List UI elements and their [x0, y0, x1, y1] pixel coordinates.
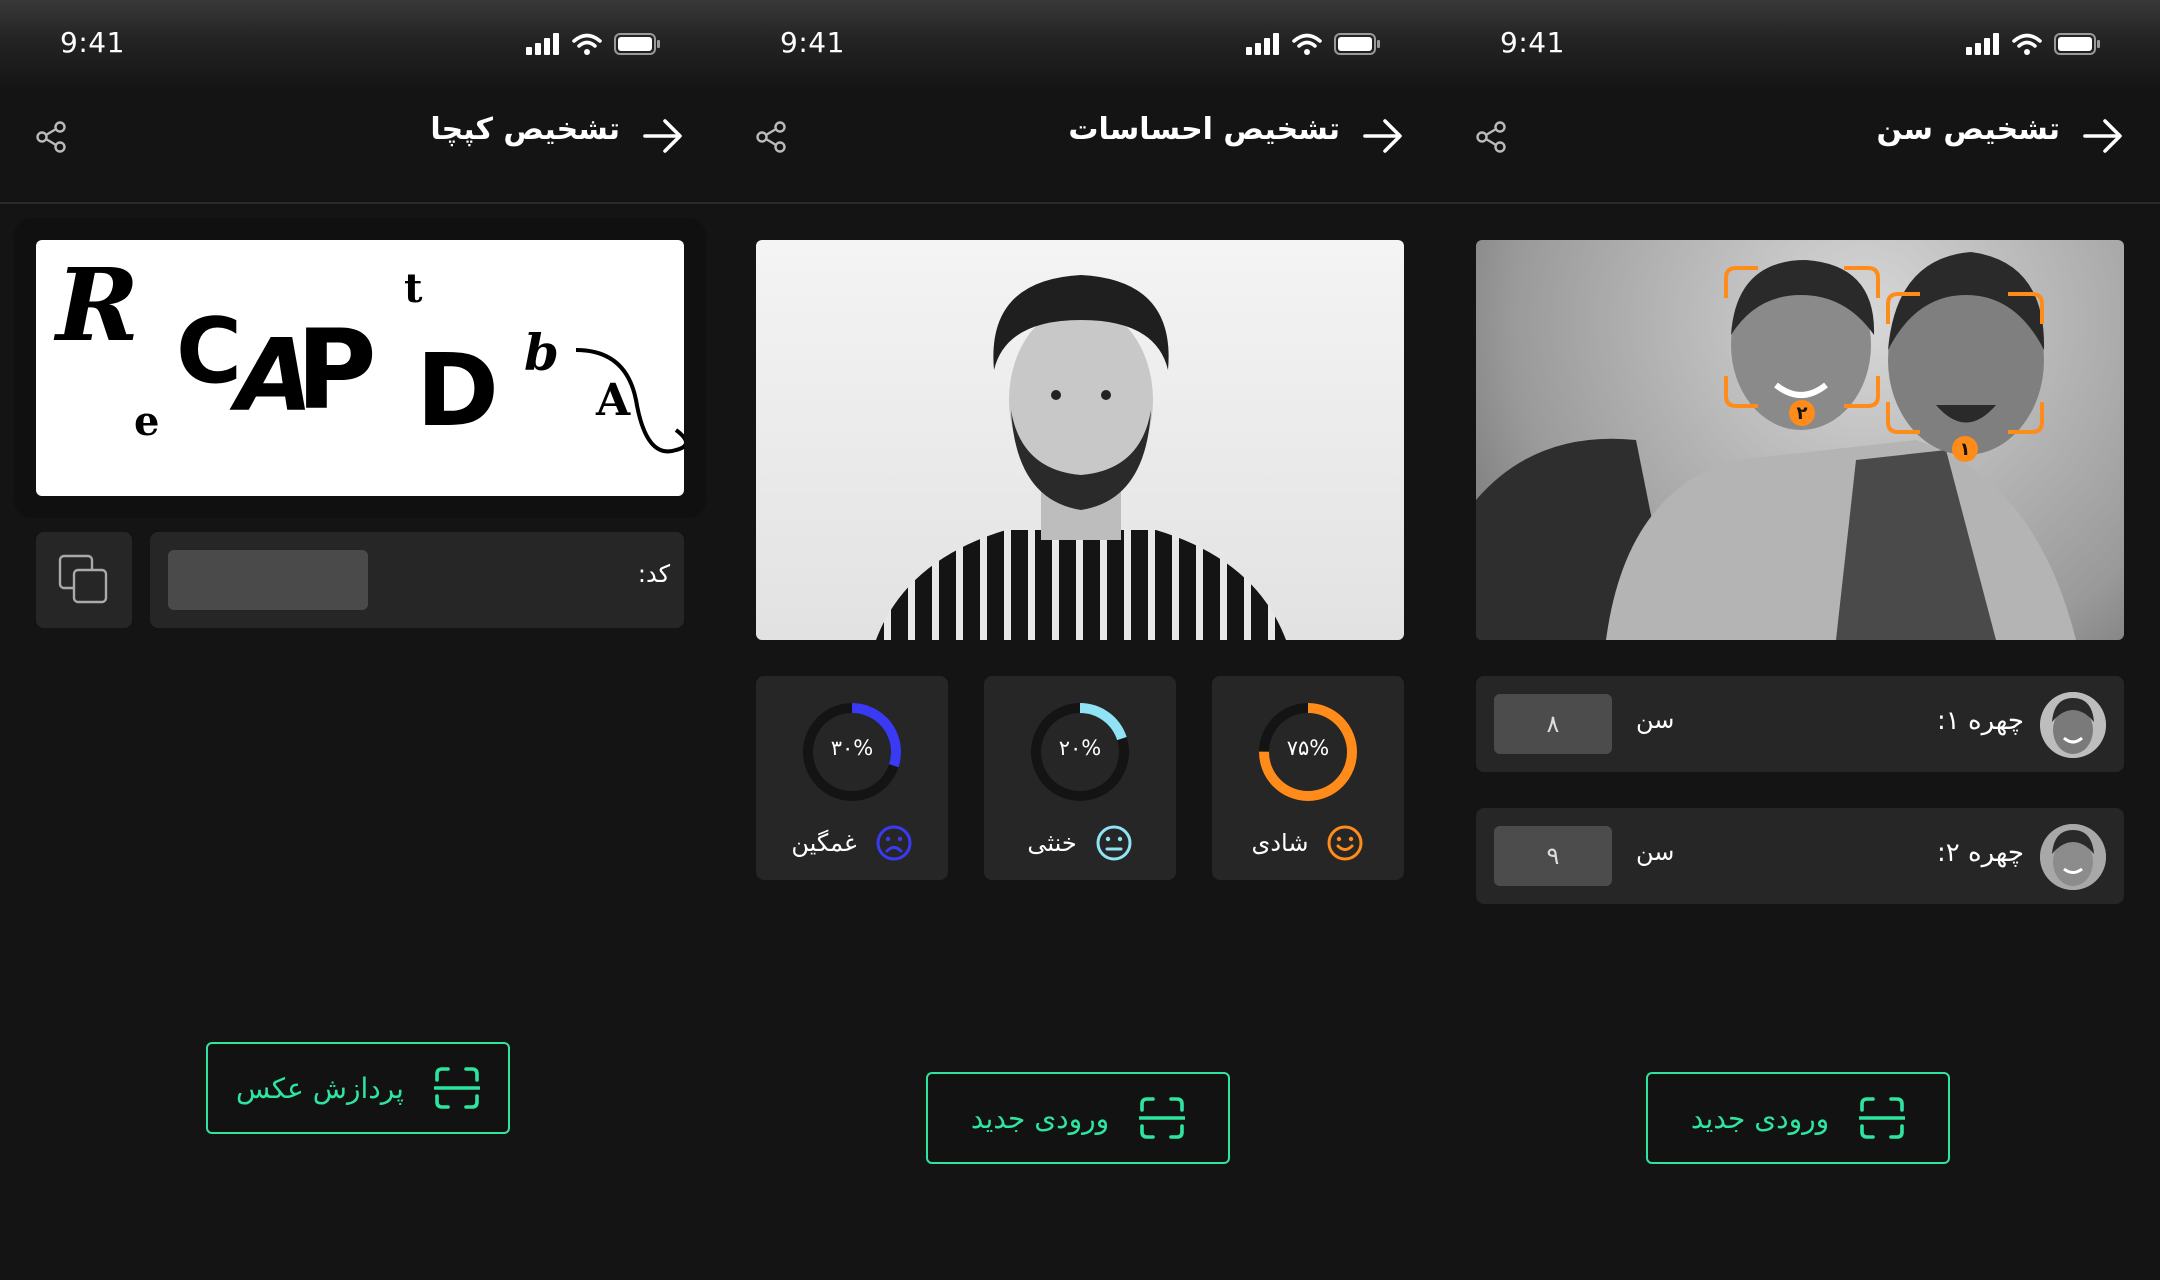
captcha-screen: 9:41 تشخیص کپچا R e C A P t D b A کد: پر… — [0, 0, 720, 1280]
page-title: تشخیص سن — [1876, 112, 2060, 147]
emotion-card-neutral: ۲۰% خنثی — [984, 676, 1176, 880]
captcha-image: R e C A P t D b A — [36, 240, 684, 496]
signal-icon — [526, 33, 559, 55]
age-screen: 9:41 تشخیص سن ۲ ۱ چهره ۱: سن ۸ چهره ۲: س… — [1440, 0, 2160, 1280]
code-label: کد: — [637, 560, 670, 588]
new-input-label: ورودی جدید — [970, 1101, 1110, 1135]
code-input[interactable] — [168, 550, 368, 610]
happy-percent: ۷۵% — [1286, 736, 1330, 760]
copy-icon — [58, 554, 108, 604]
battery-icon — [2054, 33, 2100, 55]
wifi-icon — [2012, 33, 2042, 55]
neutral-label-row: خنثی — [984, 824, 1176, 862]
arrow-right-icon[interactable] — [2082, 116, 2124, 156]
svg-text:e: e — [134, 398, 159, 445]
face-bracket-1 — [1886, 292, 2044, 434]
face-avatar-1 — [2040, 692, 2106, 758]
header-divider — [720, 202, 1440, 204]
battery-icon — [614, 33, 660, 55]
captcha-glyphs: R e C A P t D b A — [53, 246, 684, 454]
status-time: 9:41 — [1500, 26, 1565, 59]
svg-text:P: P — [296, 306, 377, 434]
new-input-button[interactable]: ورودی جدید — [926, 1072, 1230, 1164]
header-divider — [1440, 202, 2160, 204]
status-bar: 9:41 — [1440, 0, 2160, 90]
smile-icon — [1327, 825, 1363, 861]
header-divider — [0, 202, 720, 204]
face-row-2: چهره ۲: سن ۹ — [1476, 808, 2124, 904]
age-value-2: ۹ — [1494, 826, 1612, 886]
copy-button[interactable] — [36, 532, 132, 628]
svg-text:C: C — [176, 299, 242, 404]
screens-showcase: 9:41 تشخیص کپچا R e C A P t D b A کد: پر… — [0, 0, 2160, 1280]
new-input-button[interactable]: ورودی جدید — [1646, 1072, 1950, 1164]
battery-icon — [1334, 33, 1380, 55]
page-title: تشخیص کپچا — [430, 112, 620, 147]
kids-photo: ۲ ۱ — [1476, 240, 2124, 640]
app-header: تشخیص سن — [1440, 100, 2160, 172]
svg-text:b: b — [524, 323, 559, 382]
face-row-1: چهره ۱: سن ۸ — [1476, 676, 2124, 772]
age-value-1: ۸ — [1494, 694, 1612, 754]
neutral-percent: ۲۰% — [1058, 736, 1102, 760]
svg-text:t: t — [404, 265, 423, 312]
status-time: 9:41 — [60, 26, 125, 59]
status-time: 9:41 — [780, 26, 845, 59]
face-label-1: چهره ۱: — [1936, 706, 2024, 736]
face-avatar-2 — [2040, 824, 2106, 890]
portrait-photo — [756, 240, 1404, 640]
signal-icon — [1966, 33, 1999, 55]
neutral-face-icon — [1096, 825, 1132, 861]
scan-icon — [1139, 1097, 1186, 1139]
face-marker-badge-1: ۱ — [1952, 436, 1978, 462]
arrow-right-icon[interactable] — [1362, 116, 1404, 156]
sad-label-row: غمگین — [756, 824, 948, 862]
code-row: کد: — [150, 532, 684, 628]
share-icon[interactable] — [34, 120, 68, 154]
arrow-right-icon[interactable] — [642, 116, 684, 156]
share-icon[interactable] — [754, 120, 788, 154]
emotion-card-happy: ۷۵% شادی — [1212, 676, 1404, 880]
portrait-illustration — [876, 275, 1286, 640]
status-icons — [526, 30, 660, 58]
status-icons — [1966, 30, 2100, 58]
emotion-card-sad: ۳۰% غمگین — [756, 676, 948, 880]
scan-icon — [433, 1067, 480, 1109]
page-title: تشخیص احساسات — [1068, 112, 1340, 147]
sad-label: غمگین — [791, 829, 857, 857]
face-bracket-2 — [1724, 266, 1880, 408]
status-bar: 9:41 — [720, 0, 1440, 90]
face-marker-badge-2: ۲ — [1789, 400, 1815, 426]
age-label-2: سن — [1636, 838, 1675, 866]
sad-percent: ۳۰% — [830, 736, 874, 760]
new-input-label: ورودی جدید — [1690, 1101, 1830, 1135]
status-bar: 9:41 — [0, 0, 720, 90]
scan-icon — [1859, 1097, 1906, 1139]
wifi-icon — [572, 33, 602, 55]
process-image-button[interactable]: پردازش عکس — [206, 1042, 510, 1134]
app-header: تشخیص احساسات — [720, 100, 1440, 172]
emotion-screen: 9:41 تشخیص احساسات ۳۰% غمگین ۲۰% خنثی ۷۵… — [720, 0, 1440, 1280]
wifi-icon — [1292, 33, 1322, 55]
happy-label: شادی — [1251, 829, 1309, 857]
signal-icon — [1246, 33, 1279, 55]
status-icons — [1246, 30, 1380, 58]
svg-text:R: R — [53, 246, 139, 364]
face-label-2: چهره ۲: — [1936, 838, 2024, 868]
svg-text:A: A — [595, 375, 631, 426]
happy-label-row: شادی — [1212, 824, 1404, 862]
neutral-label: خنثی — [1027, 829, 1077, 857]
share-icon[interactable] — [1474, 120, 1508, 154]
app-header: تشخیص کپچا — [0, 100, 720, 172]
svg-text:D: D — [416, 332, 499, 449]
sad-face-icon — [876, 825, 912, 861]
age-label-1: سن — [1636, 706, 1675, 734]
process-image-label: پردازش عکس — [236, 1071, 404, 1105]
